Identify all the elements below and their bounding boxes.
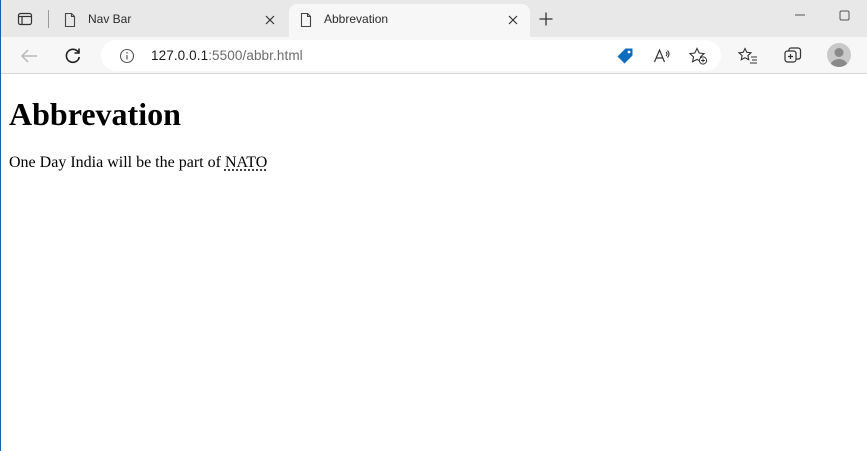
read-aloud-icon bbox=[653, 48, 670, 63]
favorites-list-icon bbox=[738, 47, 757, 64]
plus-icon bbox=[539, 12, 553, 26]
url-path: :5500/abbr.html bbox=[208, 48, 303, 63]
maximize-button[interactable] bbox=[837, 8, 851, 22]
minimize-button[interactable] bbox=[791, 8, 809, 22]
maximize-icon bbox=[839, 10, 849, 20]
tab-separator bbox=[48, 10, 49, 28]
tab-close-button[interactable] bbox=[504, 11, 522, 29]
info-icon[interactable] bbox=[119, 48, 135, 64]
tab-title: Nav Bar bbox=[88, 12, 132, 26]
profile-button[interactable] bbox=[827, 43, 851, 67]
tab-abbrevation[interactable]: Abbrevation bbox=[289, 4, 530, 37]
favorites-button[interactable] bbox=[734, 42, 762, 70]
profile-avatar-icon bbox=[830, 48, 848, 67]
tab-title: Abbrevation bbox=[324, 12, 389, 26]
collections-button[interactable] bbox=[779, 42, 807, 70]
price-tag-icon bbox=[617, 48, 633, 64]
browser-window: Nav Bar Abbrevation 127.0.0.1:5500/abbr.… bbox=[0, 0, 867, 451]
collections-icon bbox=[784, 47, 802, 63]
navigation-toolbar: 127.0.0.1:5500/abbr.html bbox=[1, 37, 867, 74]
abbreviation-nato[interactable]: NATO bbox=[225, 154, 267, 171]
refresh-icon bbox=[65, 48, 81, 64]
close-icon bbox=[265, 15, 275, 25]
add-favorite-button[interactable] bbox=[688, 46, 708, 66]
page-icon bbox=[64, 12, 76, 28]
url-host: 127.0.0.1 bbox=[151, 48, 209, 63]
paragraph-text: One Day India will be the part of bbox=[9, 154, 225, 171]
url-text[interactable]: 127.0.0.1:5500/abbr.html bbox=[151, 48, 303, 63]
back-arrow-icon bbox=[20, 49, 37, 63]
minimize-icon bbox=[795, 14, 805, 16]
page-content: Abbrevation One Day India will be the pa… bbox=[1, 75, 867, 451]
back-button[interactable] bbox=[15, 42, 43, 70]
tab-actions-button[interactable] bbox=[9, 6, 41, 32]
read-aloud-button[interactable] bbox=[652, 46, 672, 66]
page-heading: Abbrevation bbox=[9, 96, 181, 132]
coupon-button[interactable] bbox=[615, 46, 635, 66]
new-tab-button[interactable] bbox=[535, 8, 557, 30]
tab-close-button[interactable] bbox=[261, 11, 279, 29]
refresh-button[interactable] bbox=[59, 42, 87, 70]
address-bar[interactable]: 127.0.0.1:5500/abbr.html bbox=[101, 40, 721, 71]
star-plus-icon bbox=[688, 47, 708, 65]
page-icon bbox=[300, 12, 312, 28]
page-paragraph: One Day India will be the part of NATO bbox=[9, 153, 267, 173]
close-icon bbox=[508, 15, 518, 25]
tab-actions-icon bbox=[17, 12, 33, 26]
tab-nav-bar[interactable]: Nav Bar bbox=[53, 4, 287, 37]
tab-strip: Nav Bar Abbrevation bbox=[1, 0, 867, 37]
